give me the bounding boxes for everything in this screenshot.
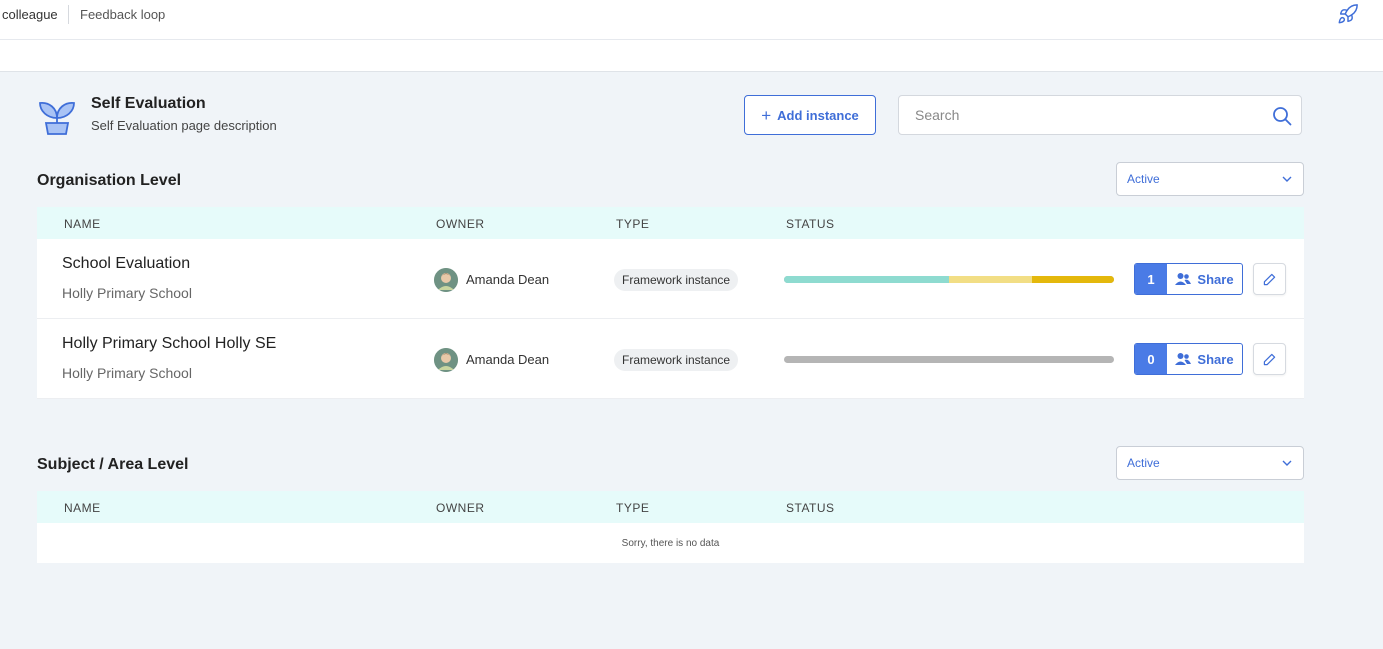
- column-name[interactable]: NAME: [64, 217, 101, 231]
- plant-icon: [39, 102, 75, 135]
- instance-name[interactable]: School Evaluation: [62, 255, 190, 273]
- organisation-status-select[interactable]: Active: [1116, 162, 1304, 196]
- column-status[interactable]: STATUS: [786, 217, 835, 231]
- status-segment: [784, 356, 1114, 363]
- subject-status-select[interactable]: Active: [1116, 446, 1304, 480]
- section-title-organisation: Organisation Level: [37, 172, 182, 189]
- share-button[interactable]: 1 Share: [1134, 263, 1243, 295]
- pencil-icon: [1263, 273, 1276, 285]
- table-header: NAME OWNER TYPE STATUS: [37, 491, 1304, 523]
- rocket-icon[interactable]: [1337, 3, 1359, 25]
- share-count: 1: [1135, 264, 1167, 294]
- status-segment: [949, 276, 1032, 283]
- table-row[interactable]: Holly Primary School Holly SE Holly Prim…: [37, 319, 1304, 399]
- status-segment: [1031, 276, 1114, 283]
- plus-icon: +: [761, 105, 772, 125]
- column-type[interactable]: TYPE: [616, 217, 649, 231]
- select-value: Active: [1127, 172, 1160, 186]
- section-title-subject-area: Subject / Area Level: [37, 456, 189, 473]
- share-button[interactable]: 0 Share: [1134, 343, 1243, 375]
- page-title: Self Evaluation: [91, 95, 206, 112]
- avatar: [434, 268, 458, 292]
- empty-table-message: Sorry, there is no data: [37, 523, 1304, 563]
- status-progress-bar: [784, 276, 1114, 283]
- edit-button[interactable]: [1253, 343, 1286, 375]
- secondary-bar: [0, 40, 1383, 72]
- column-type[interactable]: TYPE: [616, 501, 649, 515]
- top-bar: colleague Feedback loop: [0, 0, 1383, 40]
- pencil-icon: [1263, 353, 1276, 365]
- select-value: Active: [1127, 456, 1160, 470]
- search-box: [898, 95, 1302, 135]
- avatar: [434, 348, 458, 372]
- page-description: Self Evaluation page description: [91, 118, 277, 133]
- edit-button[interactable]: [1253, 263, 1286, 295]
- chevron-down-icon: [1282, 176, 1292, 182]
- column-name[interactable]: NAME: [64, 501, 101, 515]
- share-label: Share: [1197, 271, 1234, 287]
- search-icon[interactable]: [1272, 106, 1292, 126]
- instance-school: Holly Primary School: [62, 285, 192, 301]
- type-badge: Framework instance: [614, 349, 739, 371]
- chevron-down-icon: [1282, 460, 1292, 466]
- column-status[interactable]: STATUS: [786, 501, 835, 515]
- share-count: 0: [1135, 344, 1167, 374]
- users-icon: [1175, 273, 1192, 285]
- status-progress-bar: [784, 356, 1114, 363]
- owner-name: Amanda Dean: [466, 272, 550, 287]
- add-instance-button[interactable]: + Add instance: [744, 95, 876, 135]
- column-owner[interactable]: OWNER: [436, 501, 485, 515]
- instance-name[interactable]: Holly Primary School Holly SE: [62, 335, 276, 353]
- table-row[interactable]: School Evaluation Holly Primary School A…: [37, 239, 1304, 319]
- table-header: NAME OWNER TYPE STATUS: [37, 207, 1304, 239]
- users-icon: [1175, 353, 1192, 365]
- instance-school: Holly Primary School: [62, 365, 192, 381]
- search-input[interactable]: [915, 96, 1255, 134]
- status-segment: [784, 276, 949, 283]
- breadcrumb-feedback-loop[interactable]: Feedback loop: [80, 7, 165, 22]
- owner-name: Amanda Dean: [466, 352, 550, 367]
- add-instance-label: Add instance: [777, 107, 859, 123]
- column-owner[interactable]: OWNER: [436, 217, 485, 231]
- type-badge: Framework instance: [614, 269, 739, 291]
- breadcrumb-divider: [68, 5, 69, 24]
- breadcrumb-colleague[interactable]: colleague: [2, 7, 58, 22]
- share-label: Share: [1197, 351, 1234, 367]
